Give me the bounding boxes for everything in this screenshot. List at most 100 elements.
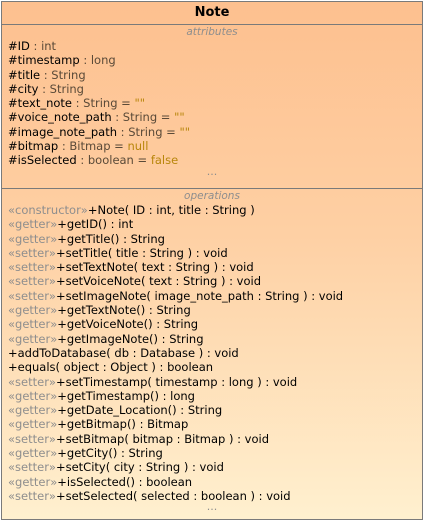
operation-row[interactable]: «getter»+getCity() : String bbox=[2, 446, 422, 460]
operation-row[interactable]: «setter»+setTitle( title : String ) : vo… bbox=[2, 246, 422, 260]
attribute-row[interactable]: #bitmap : Bitmap = null bbox=[2, 139, 422, 153]
attribute-row[interactable]: #image_note_path : String = "" bbox=[2, 125, 422, 139]
operation-stereotype: «getter» bbox=[8, 331, 58, 346]
operation-row[interactable]: «setter»+setBitmap( bitmap : Bitmap ) : … bbox=[2, 432, 422, 446]
operation-stereotype: «getter» bbox=[8, 417, 58, 432]
attribute-name: #city bbox=[8, 81, 39, 96]
attribute-type: : int bbox=[29, 39, 57, 53]
operation-stereotype: «getter» bbox=[8, 231, 58, 246]
operation-stereotype: «setter» bbox=[8, 260, 56, 275]
operation-signature: +getCity() : String bbox=[57, 446, 163, 461]
attribute-type: : String = bbox=[111, 110, 175, 125]
uml-class-box[interactable]: Note attributes #ID : int #timestamp : lo… bbox=[1, 1, 423, 520]
operation-stereotype: «constructor» bbox=[8, 203, 88, 217]
attribute-default: "" bbox=[179, 124, 191, 139]
attribute-row[interactable]: #text_note : String = "" bbox=[2, 96, 422, 110]
operation-row[interactable]: «getter»+getImageNote() : String bbox=[2, 332, 422, 346]
operation-stereotype: «getter» bbox=[8, 446, 58, 461]
attribute-type: : String bbox=[40, 67, 86, 82]
operation-stereotype: «setter» bbox=[8, 288, 56, 303]
operation-signature: +setCity( city : String ) : void bbox=[55, 460, 224, 475]
operation-signature: +Note( ID : int, title : String ) bbox=[87, 203, 255, 217]
operation-signature: +getTimestamp() : long bbox=[57, 388, 195, 403]
attribute-name: #timestamp bbox=[8, 53, 80, 68]
operation-signature: +addToDatabase( db : Database ) : void bbox=[8, 345, 239, 360]
attribute-list: #ID : int #timestamp : long #title : Strin… bbox=[2, 39, 422, 168]
operations-label: operations bbox=[184, 190, 240, 202]
operation-row[interactable]: «setter»+setCity( city : String ) : void bbox=[2, 460, 422, 474]
operation-signature: +isSelected() : boolean bbox=[57, 474, 193, 489]
operation-row[interactable]: «setter»+setTextNote( text : String ) : … bbox=[2, 260, 422, 274]
operation-signature: +getBitmap() : Bitmap bbox=[57, 417, 189, 432]
operation-row[interactable]: «constructor»+Note( ID : int, title : St… bbox=[2, 203, 422, 217]
operation-signature: +equals( object : Object ) : boolean bbox=[8, 360, 214, 375]
attribute-default: null bbox=[127, 139, 149, 154]
attributes-label: attributes bbox=[186, 26, 238, 38]
attribute-type: : String = bbox=[117, 124, 180, 139]
operation-stereotype: «getter» bbox=[8, 474, 58, 489]
operation-stereotype: «getter» bbox=[8, 217, 58, 232]
operation-stereotype: «getter» bbox=[8, 403, 58, 418]
operation-signature: +getDate_Location() : String bbox=[57, 403, 223, 418]
operation-stereotype: «setter» bbox=[8, 374, 56, 389]
operation-row[interactable]: «getter»+getTextNote() : String bbox=[2, 303, 422, 317]
attribute-name: #isSelected bbox=[8, 153, 77, 168]
operation-row[interactable]: «setter»+setTimestamp( timestamp : long … bbox=[2, 375, 422, 389]
operation-row[interactable]: «setter»+setImageNote( image_note_path :… bbox=[2, 289, 422, 303]
attribute-type: : long bbox=[79, 53, 116, 68]
operation-signature: +getVoiceNote() : String bbox=[57, 317, 199, 332]
operations-compartment: operations «constructor»+Note( ID : int,… bbox=[2, 189, 422, 513]
operation-row[interactable]: «getter»+getTitle() : String bbox=[2, 232, 422, 246]
attribute-name: #bitmap bbox=[8, 139, 59, 154]
operation-stereotype: «setter» bbox=[8, 431, 56, 446]
attribute-row[interactable]: #title : String bbox=[2, 68, 422, 82]
operation-row[interactable]: «getter»+getBitmap() : Bitmap bbox=[2, 417, 422, 431]
attribute-type: : Bitmap = bbox=[58, 139, 128, 154]
operations-ellipsis: ... bbox=[206, 500, 218, 514]
operation-stereotype: «getter» bbox=[8, 303, 58, 318]
attribute-row[interactable]: #voice_note_path : String = "" bbox=[2, 110, 422, 124]
attribute-default: false bbox=[150, 153, 179, 168]
operation-stereotype: «setter» bbox=[8, 460, 56, 475]
attribute-name: #ID bbox=[8, 39, 30, 53]
operation-row[interactable]: «getter»+isSelected() : boolean bbox=[2, 475, 422, 489]
operation-row[interactable]: «setter»+setVoiceNote( text : String ) :… bbox=[2, 274, 422, 288]
operation-list: «constructor»+Note( ID : int, title : St… bbox=[2, 203, 422, 503]
operation-signature: +setVoiceNote( text : String ) : void bbox=[55, 274, 262, 289]
class-name[interactable]: Note bbox=[2, 2, 422, 25]
operation-stereotype: «setter» bbox=[8, 245, 56, 260]
operation-row[interactable]: «getter»+getVoiceNote() : String bbox=[2, 317, 422, 331]
operation-signature: +getTitle() : String bbox=[57, 231, 165, 246]
attribute-type: : boolean = bbox=[76, 153, 151, 168]
attribute-name: #image_note_path bbox=[8, 124, 118, 139]
operation-signature: +setTimestamp( timestamp : long ) : void bbox=[55, 374, 298, 389]
attribute-name: #text_note bbox=[8, 96, 72, 111]
operation-stereotype: «getter» bbox=[8, 388, 58, 403]
attribute-row[interactable]: #city : String bbox=[2, 82, 422, 96]
attribute-name: #title bbox=[8, 67, 41, 82]
operation-signature: +getTextNote() : String bbox=[57, 303, 191, 318]
operation-stereotype: «setter» bbox=[8, 274, 56, 289]
operation-row[interactable]: «getter»+getDate_Location() : String bbox=[2, 403, 422, 417]
operation-row[interactable]: +equals( object : Object ) : boolean bbox=[2, 360, 422, 374]
attribute-name: #voice_note_path bbox=[8, 110, 112, 125]
attribute-default: "" bbox=[134, 96, 146, 111]
operation-signature: +getImageNote() : String bbox=[57, 331, 204, 346]
operation-signature: +setTitle( title : String ) : void bbox=[55, 245, 228, 260]
operation-signature: +setTextNote( text : String ) : void bbox=[55, 260, 254, 275]
operation-signature: +getID() : int bbox=[57, 217, 134, 232]
operation-row[interactable]: +addToDatabase( db : Database ) : void bbox=[2, 346, 422, 360]
attribute-type: : String = bbox=[72, 96, 135, 111]
operation-signature: +setImageNote( image_note_path : String … bbox=[55, 288, 344, 303]
attributes-ellipsis: ... bbox=[206, 164, 218, 178]
operation-row[interactable]: «getter»+getTimestamp() : long bbox=[2, 389, 422, 403]
operation-signature: +setSelected( selected : boolean ) : voi… bbox=[55, 488, 291, 503]
operation-stereotype: «setter» bbox=[8, 488, 56, 503]
operation-row[interactable]: «getter»+getID() : int bbox=[2, 217, 422, 231]
attribute-type: : String bbox=[38, 81, 84, 96]
attribute-row[interactable]: #ID : int bbox=[2, 39, 422, 53]
operation-signature: +setBitmap( bitmap : Bitmap ) : void bbox=[55, 431, 270, 446]
attribute-row[interactable]: #timestamp : long bbox=[2, 53, 422, 67]
attributes-compartment: attributes #ID : int #timestamp : long #ti… bbox=[2, 25, 422, 189]
operation-stereotype: «getter» bbox=[8, 317, 58, 332]
